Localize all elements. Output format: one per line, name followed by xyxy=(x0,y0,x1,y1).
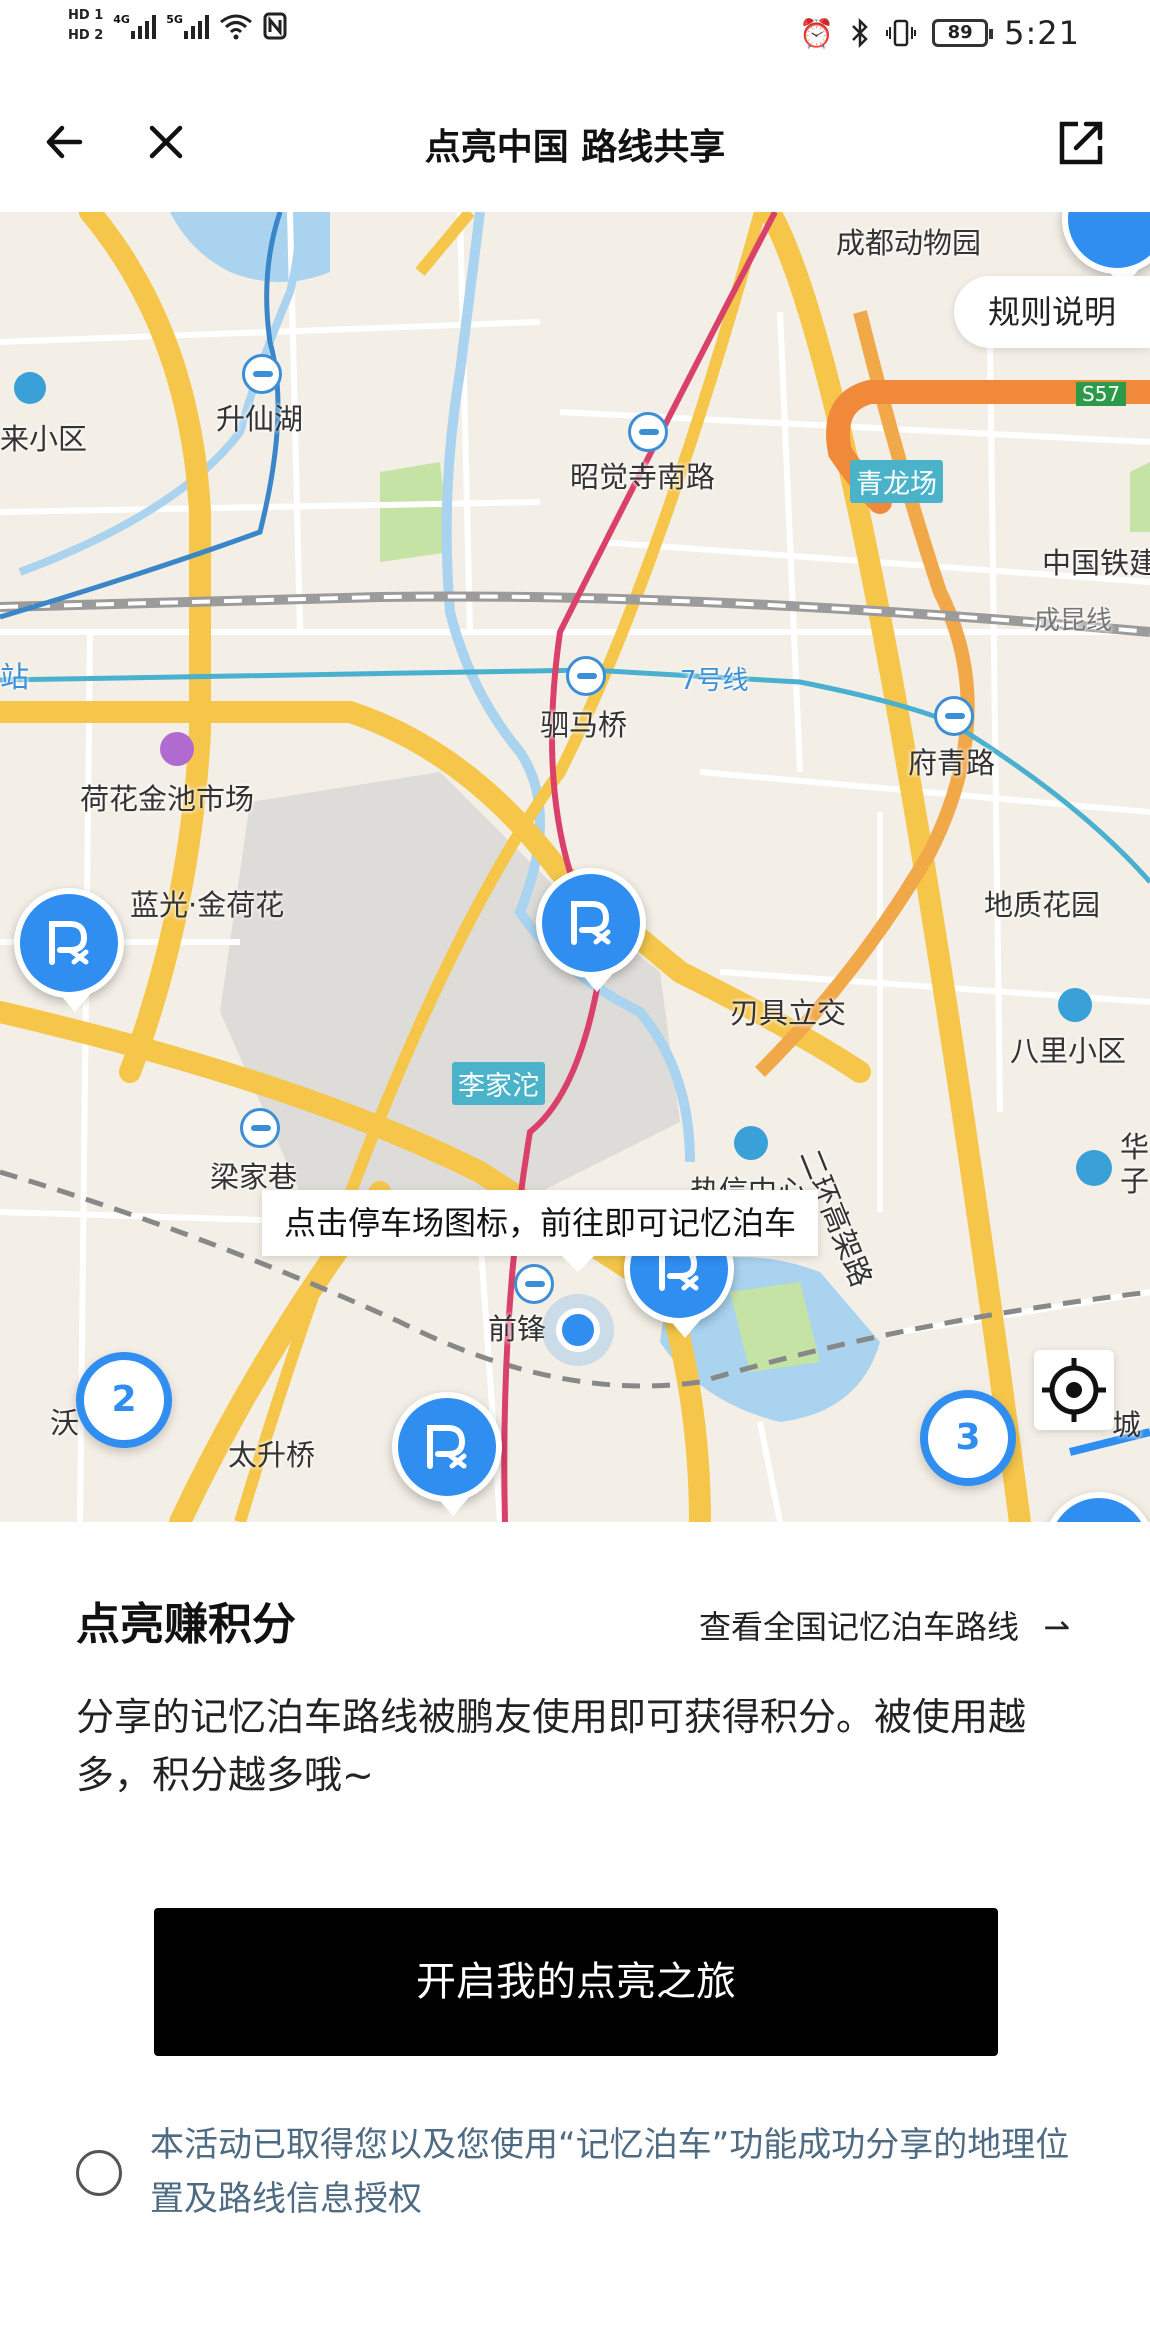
map-label-zhaojuesi-nanlu: 昭觉寺南路 xyxy=(570,460,716,494)
map-label-lai-xiaoqu: 来小区 xyxy=(0,422,88,456)
map-label-chengdu-zoo: 成都动物园 xyxy=(836,226,982,260)
parking-cluster[interactable]: 2 xyxy=(76,1352,172,1448)
map-label-line7: 7号线 xyxy=(680,666,749,696)
signal-1-icon: 4G xyxy=(113,13,157,39)
map-label-s57: S57 xyxy=(1076,382,1127,406)
poi-building-icon xyxy=(734,1126,768,1160)
map-label-huazi: 华子 xyxy=(1120,1130,1150,1198)
map-label-dizhi-garden: 地质花园 xyxy=(984,888,1101,922)
map-label-hehua-market: 荷花金池市场 xyxy=(80,782,255,816)
net2-label: 5G xyxy=(166,13,183,26)
metro-station-icon xyxy=(240,1108,280,1148)
metro-station-icon xyxy=(566,656,606,696)
map-label-fuqing-road: 府青路 xyxy=(908,746,996,780)
map-label-chengkun-line: 成昆线 xyxy=(1034,606,1113,636)
status-right: ⏰ 89 5:21 xyxy=(799,14,1080,52)
battery-indicator: 89 xyxy=(932,19,994,47)
parking-icon xyxy=(49,921,89,965)
agreement-text[interactable]: 本活动已取得您以及您使用“记忆泊车”功能成功分享的地理位置及路线信息授权 xyxy=(150,2118,1080,2226)
map-view[interactable]: 成都动物园 升仙湖 来小区 昭觉寺南路 中国铁建 成昆线 站 7号线 驷马桥 府… xyxy=(0,212,1150,1522)
map-label-simaqiao: 驷马桥 xyxy=(540,708,628,742)
poi-culture-icon xyxy=(1076,1150,1112,1186)
parking-pin[interactable] xyxy=(392,1392,502,1516)
map-label-zhan: 站 xyxy=(0,660,30,694)
net1-label: 4G xyxy=(113,13,130,26)
map-label-taisheng-bridge: 太升桥 xyxy=(228,1438,316,1472)
parking-pin[interactable] xyxy=(536,868,646,992)
map-label-renju-interchange: 刃具立交 xyxy=(730,996,847,1030)
parking-icon xyxy=(427,1425,467,1469)
bottom-panel: 点亮赚积分 查看全国记忆泊车路线 ⇀ 分享的记忆泊车路线被鹏友使用即可获得积分。… xyxy=(0,1522,1150,2347)
signal-2-icon: 5G xyxy=(166,13,210,39)
map-hint-tooltip: 点击停车场图标，前往即可记忆泊车 xyxy=(262,1190,819,1272)
map-label-qianfeng: 前锋 xyxy=(488,1312,547,1346)
view-all-routes-link[interactable]: 查看全国记忆泊车路线 ⇀ xyxy=(699,1602,1070,1648)
my-location-marker xyxy=(556,1308,600,1352)
map-label-wo: 沃 xyxy=(50,1406,80,1440)
map-label-languang: 蓝光·金荷花 xyxy=(130,888,285,922)
clock: 5:21 xyxy=(1004,14,1080,52)
bluetooth-icon xyxy=(852,18,868,48)
parking-icon xyxy=(571,901,611,945)
locate-button[interactable] xyxy=(1034,1350,1114,1430)
map-tag-qinglongchang: 青龙场 xyxy=(850,460,943,503)
metro-station-icon xyxy=(628,412,668,452)
metro-station-icon xyxy=(934,696,974,736)
poi-building-icon xyxy=(1058,988,1092,1022)
map-label-zhongguo-tie: 中国铁建 xyxy=(1042,546,1150,580)
map-label-shengxian-lake: 升仙湖 xyxy=(216,402,304,436)
alarm-icon: ⏰ xyxy=(799,16,835,50)
view-all-routes-label: 查看全国记忆泊车路线 xyxy=(699,1608,1020,1646)
hd2-label: HD 2 xyxy=(68,28,104,43)
hd1-label: HD 1 xyxy=(68,8,104,23)
parking-cluster[interactable]: 3 xyxy=(920,1390,1016,1486)
metro-station-icon xyxy=(242,354,282,394)
map-tag-lijiatuo: 李家沱 xyxy=(452,1062,545,1105)
vibrate-icon xyxy=(886,19,917,47)
panel-title: 点亮赚积分 xyxy=(76,1599,296,1650)
rules-button[interactable]: 规则说明 xyxy=(954,276,1150,348)
poi-market-icon xyxy=(160,732,194,766)
arrow-icon: ⇀ xyxy=(1043,1608,1070,1646)
status-bar: HD 1 HD 2 4G 5G ⏰ 89 5:21 xyxy=(0,0,1150,72)
page-title: 点亮中国 路线共享 xyxy=(424,127,726,168)
parking-pin[interactable] xyxy=(14,888,124,1012)
share-icon xyxy=(1059,121,1103,165)
agreement-radio[interactable] xyxy=(76,2150,122,2196)
map-label-bali-xiaoqu: 八里小区 xyxy=(1010,1034,1127,1068)
share-button[interactable] xyxy=(1054,114,1110,170)
wifi-icon xyxy=(220,14,253,40)
nfc-icon xyxy=(263,12,287,40)
description-text: 分享的记忆泊车路线被鹏友使用即可获得积分。被使用越多，积分越多哦~ xyxy=(76,1695,1027,1797)
status-left: HD 1 HD 2 4G 5G xyxy=(68,8,287,44)
metro-station-icon xyxy=(514,1264,554,1304)
hd-indicators: HD 1 HD 2 xyxy=(68,8,103,44)
poi-building-icon xyxy=(14,372,46,404)
locate-icon xyxy=(1042,1358,1106,1422)
top-nav-bar: 点亮中国 路线共享 xyxy=(0,72,1150,212)
map-label-cheng: 城 xyxy=(1112,1408,1142,1442)
start-journey-button[interactable]: 开启我的点亮之旅 xyxy=(154,1908,998,2056)
